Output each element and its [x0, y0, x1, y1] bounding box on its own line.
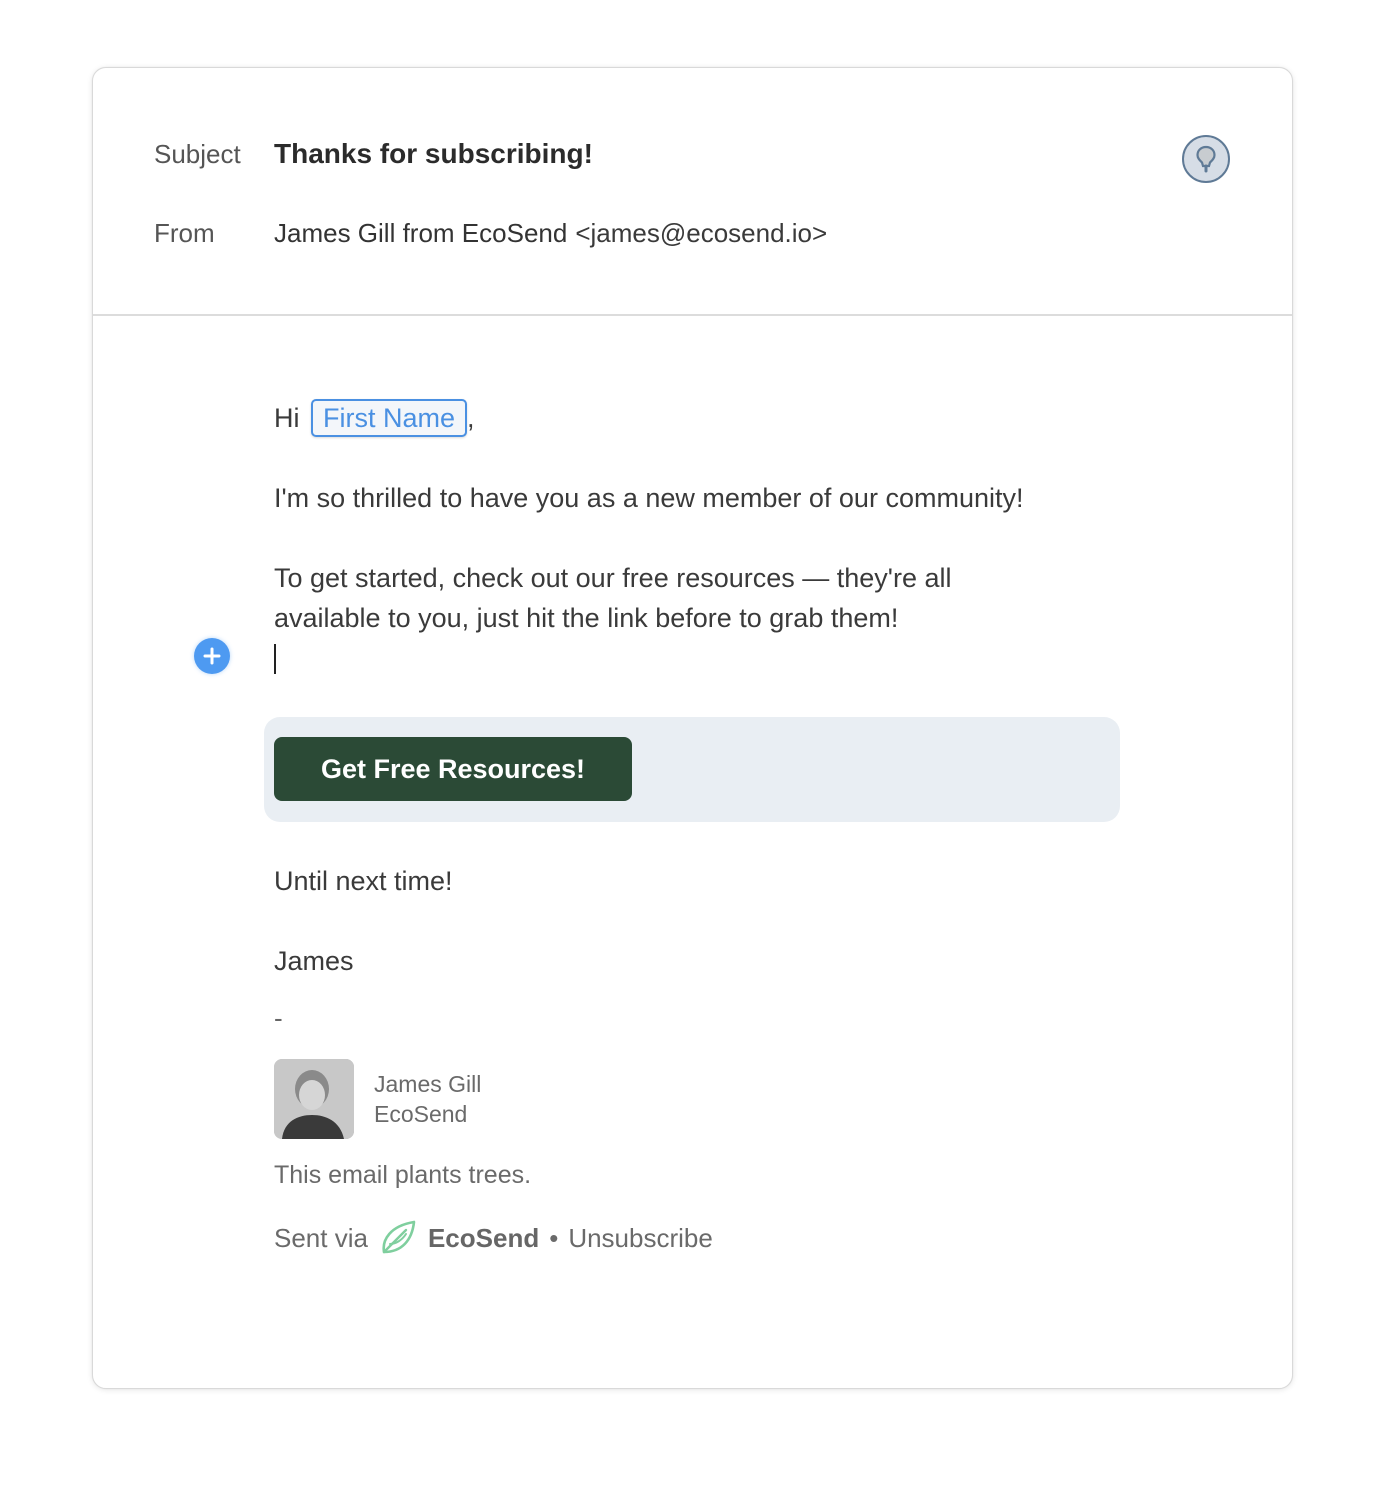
signature-company: EcoSend: [374, 1101, 468, 1127]
button-block[interactable]: Get Free Resources!: [264, 717, 1120, 822]
from-name[interactable]: James Gill from EcoSend: [274, 218, 567, 249]
brand-name[interactable]: EcoSend: [428, 1223, 539, 1254]
bullet-separator: •: [549, 1222, 559, 1253]
plus-icon: [203, 647, 221, 665]
paragraph-resources[interactable]: To get started, check out our free resou…: [274, 558, 1054, 638]
lightbulb-icon: [1196, 145, 1216, 173]
subject-value[interactable]: Thanks for subscribing!: [274, 138, 593, 170]
closing-text[interactable]: Until next time!: [274, 861, 453, 901]
from-label: From: [154, 218, 215, 248]
email-body[interactable]: Hi First Name, I'm so thrilled to have y…: [274, 398, 1134, 678]
paragraph-intro[interactable]: I'm so thrilled to have you as a new mem…: [274, 478, 1134, 518]
add-block-button[interactable]: [194, 638, 230, 674]
signature-details: James Gill EcoSend: [374, 1069, 481, 1129]
empty-line[interactable]: [274, 638, 1134, 678]
greeting-suffix: ,: [467, 403, 475, 433]
email-preview-card: Subject Thanks for subscribing! From Jam…: [92, 67, 1293, 1389]
greeting-prefix: Hi: [274, 403, 300, 433]
email-header: Subject Thanks for subscribing! From Jam…: [93, 68, 1292, 316]
merge-tag-first-name[interactable]: First Name: [311, 399, 468, 437]
avatar: [274, 1059, 354, 1139]
subject-label: Subject: [154, 139, 241, 169]
signature: James Gill EcoSend: [274, 1059, 481, 1139]
from-row: From James Gill from EcoSend <james@ecos…: [154, 218, 827, 249]
from-email[interactable]: <james@ecosend.io>: [575, 218, 827, 249]
tips-button[interactable]: [1182, 135, 1230, 183]
avatar-photo: [274, 1059, 354, 1139]
signature-separator: -: [274, 1003, 283, 1033]
email-footer: Sent via EcoSend • Unsubscribe: [274, 1218, 713, 1258]
trees-note: This email plants trees.: [274, 1161, 532, 1189]
unsubscribe-link[interactable]: Unsubscribe: [568, 1223, 713, 1254]
signoff-text[interactable]: James: [274, 941, 354, 981]
sent-via-label: Sent via: [274, 1222, 368, 1253]
get-free-resources-button[interactable]: Get Free Resources!: [274, 737, 632, 801]
greeting: Hi First Name,: [274, 398, 1134, 438]
text-cursor: [274, 644, 276, 674]
signature-name: James Gill: [374, 1071, 482, 1097]
leaf-icon: [382, 1220, 416, 1254]
subject-row: Subject Thanks for subscribing!: [154, 138, 593, 170]
